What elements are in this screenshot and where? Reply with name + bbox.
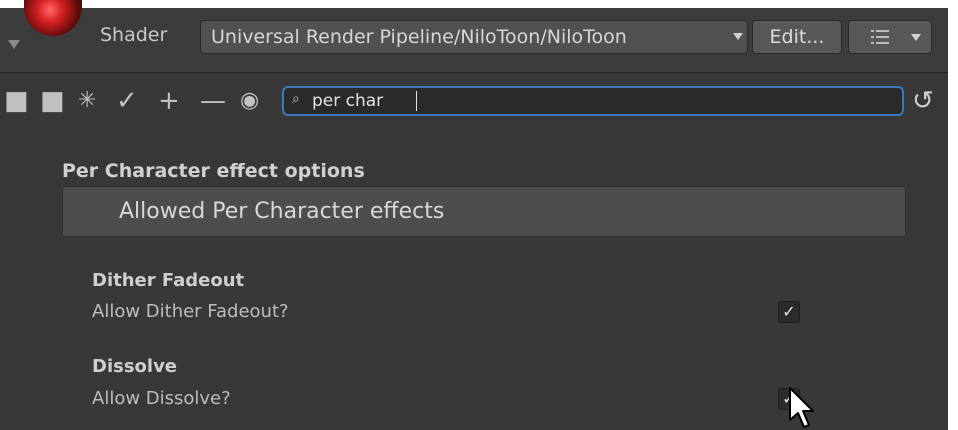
copy-icon[interactable]: ■ (4, 86, 29, 116)
edit-shader-button[interactable]: Edit... (752, 20, 842, 54)
group-header-label: Allowed Per Character effects (119, 199, 445, 224)
group-header[interactable]: Allowed Per Character effects (62, 186, 906, 237)
search-input[interactable]: ⌕ per char (282, 86, 904, 116)
section-title: Per Character effect options (62, 160, 365, 182)
item-title-dissolve: Dissolve (92, 356, 178, 377)
plus-icon[interactable]: + (158, 86, 180, 116)
shader-dropdown-value: Universal Render Pipeline/NiloToon/NiloT… (211, 26, 627, 48)
chevron-down-icon (911, 34, 921, 41)
undo-icon[interactable]: ↺ (912, 86, 934, 116)
window-right-edge (948, 0, 958, 430)
window-top-edge (0, 0, 958, 8)
eye-icon[interactable]: ◉ (240, 86, 259, 116)
search-icon: ⌕ (292, 91, 300, 107)
minus-icon[interactable]: — (200, 86, 226, 116)
shader-options-menu-button[interactable] (848, 20, 932, 54)
text-caret (416, 91, 417, 111)
allow-dither-fadeout-checkbox[interactable]: ✓ (778, 301, 800, 323)
foldout-arrow-icon[interactable] (8, 40, 20, 49)
toggle-label-dither-fadeout: Allow Dither Fadeout? (92, 301, 289, 322)
check-all-icon[interactable]: ✓ (116, 86, 138, 116)
toggle-label-dissolve: Allow Dissolve? (92, 388, 231, 409)
item-title-dither-fadeout: Dither Fadeout (92, 270, 245, 291)
expand-all-icon[interactable]: ✳ (78, 86, 96, 116)
chevron-down-icon (733, 33, 743, 40)
paste-icon[interactable]: ■ (40, 86, 65, 116)
check-icon: ✓ (782, 302, 796, 321)
mouse-cursor-icon (789, 387, 814, 428)
list-menu-icon (871, 30, 889, 44)
shader-label: Shader (100, 24, 168, 46)
shader-dropdown[interactable]: Universal Render Pipeline/NiloToon/NiloT… (200, 20, 748, 54)
search-input-value: per char (312, 91, 384, 111)
